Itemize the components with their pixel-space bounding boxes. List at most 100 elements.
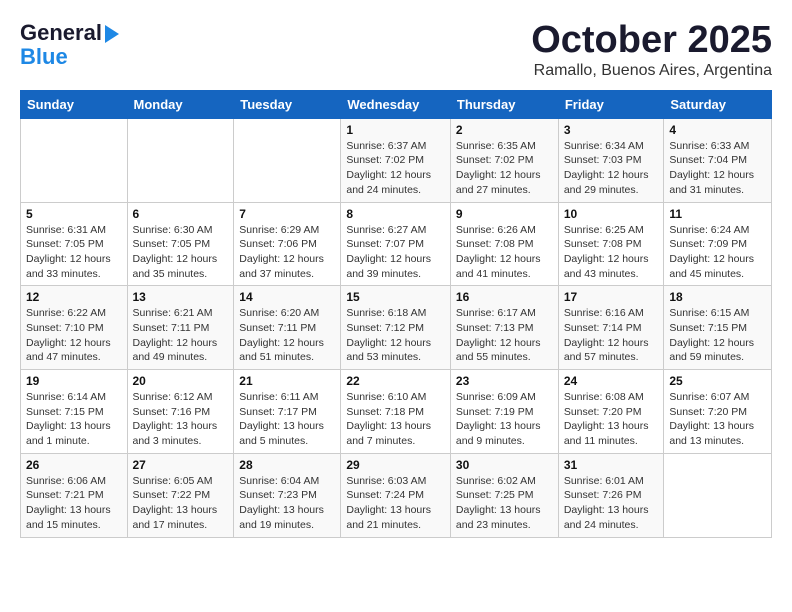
calendar-day-cell: 20 Sunrise: 6:12 AM Sunset: 7:16 PM Dayli…	[127, 370, 234, 454]
day-info: Sunrise: 6:15 AM Sunset: 7:15 PM Dayligh…	[669, 306, 766, 365]
day-info: Sunrise: 6:16 AM Sunset: 7:14 PM Dayligh…	[564, 306, 659, 365]
day-number: 31	[564, 458, 659, 472]
day-number: 3	[564, 123, 659, 137]
logo: General Blue	[20, 20, 119, 68]
calendar-day-cell: 23 Sunrise: 6:09 AM Sunset: 7:19 PM Dayli…	[450, 370, 558, 454]
page-header: General Blue October 2025 Ramallo, Bueno…	[20, 20, 772, 80]
calendar-day-cell: 24 Sunrise: 6:08 AM Sunset: 7:20 PM Dayli…	[558, 370, 664, 454]
day-info: Sunrise: 6:35 AM Sunset: 7:02 PM Dayligh…	[456, 139, 553, 198]
calendar-day-cell: 29 Sunrise: 6:03 AM Sunset: 7:24 PM Dayli…	[341, 453, 451, 537]
calendar-week-row: 12Sunrise: 6:22 AM Sunset: 7:10 PM Dayli…	[21, 286, 772, 370]
day-number: 16	[456, 290, 553, 304]
day-number: 30	[456, 458, 553, 472]
calendar-day-cell: 30 Sunrise: 6:02 AM Sunset: 7:25 PM Dayli…	[450, 453, 558, 537]
day-number: 1	[346, 123, 445, 137]
empty-cell	[664, 453, 772, 537]
day-number: 28	[239, 458, 335, 472]
header-friday: Friday	[558, 90, 664, 118]
day-number: 7	[239, 207, 335, 221]
calendar-header-row: SundayMondayTuesdayWednesdayThursdayFrid…	[21, 90, 772, 118]
calendar-day-cell: 25Sunrise: 6:07 AM Sunset: 7:20 PM Dayli…	[664, 370, 772, 454]
day-number: 24	[564, 374, 659, 388]
calendar-day-cell: 22 Sunrise: 6:10 AM Sunset: 7:18 PM Dayli…	[341, 370, 451, 454]
day-info: Sunrise: 6:24 AM Sunset: 7:09 PM Dayligh…	[669, 223, 766, 282]
calendar-day-cell: 6 Sunrise: 6:30 AM Sunset: 7:05 PM Daylig…	[127, 202, 234, 286]
header-thursday: Thursday	[450, 90, 558, 118]
day-info: Sunrise: 6:26 AM Sunset: 7:08 PM Dayligh…	[456, 223, 553, 282]
day-number: 2	[456, 123, 553, 137]
calendar-day-cell: 4 Sunrise: 6:33 AM Sunset: 7:04 PM Daylig…	[664, 118, 772, 202]
calendar-day-cell: 2 Sunrise: 6:35 AM Sunset: 7:02 PM Daylig…	[450, 118, 558, 202]
month-title: October 2025	[531, 20, 772, 62]
day-info: Sunrise: 6:33 AM Sunset: 7:04 PM Dayligh…	[669, 139, 766, 198]
calendar-week-row: 1Sunrise: 6:37 AM Sunset: 7:02 PM Daylig…	[21, 118, 772, 202]
calendar-day-cell: 14 Sunrise: 6:20 AM Sunset: 7:11 PM Dayli…	[234, 286, 341, 370]
day-number: 14	[239, 290, 335, 304]
day-number: 22	[346, 374, 445, 388]
empty-cell	[234, 118, 341, 202]
calendar-week-row: 19 Sunrise: 6:14 AM Sunset: 7:15 PM Dayli…	[21, 370, 772, 454]
day-number: 23	[456, 374, 553, 388]
empty-cell	[21, 118, 128, 202]
header-wednesday: Wednesday	[341, 90, 451, 118]
calendar-day-cell: 16 Sunrise: 6:17 AM Sunset: 7:13 PM Dayli…	[450, 286, 558, 370]
day-info: Sunrise: 6:07 AM Sunset: 7:20 PM Dayligh…	[669, 390, 766, 449]
day-info: Sunrise: 6:01 AM Sunset: 7:26 PM Dayligh…	[564, 474, 659, 533]
calendar-day-cell: 26 Sunrise: 6:06 AM Sunset: 7:21 PM Dayli…	[21, 453, 128, 537]
day-info: Sunrise: 6:06 AM Sunset: 7:21 PM Dayligh…	[26, 474, 122, 533]
day-number: 6	[133, 207, 229, 221]
calendar-day-cell: 28 Sunrise: 6:04 AM Sunset: 7:23 PM Dayli…	[234, 453, 341, 537]
day-number: 27	[133, 458, 229, 472]
day-info: Sunrise: 6:30 AM Sunset: 7:05 PM Dayligh…	[133, 223, 229, 282]
day-info: Sunrise: 6:03 AM Sunset: 7:24 PM Dayligh…	[346, 474, 445, 533]
header-sunday: Sunday	[21, 90, 128, 118]
day-number: 21	[239, 374, 335, 388]
day-number: 26	[26, 458, 122, 472]
calendar-day-cell: 3Sunrise: 6:34 AM Sunset: 7:03 PM Daylig…	[558, 118, 664, 202]
day-info: Sunrise: 6:21 AM Sunset: 7:11 PM Dayligh…	[133, 306, 229, 365]
logo-blue-text: Blue	[20, 46, 68, 68]
day-info: Sunrise: 6:08 AM Sunset: 7:20 PM Dayligh…	[564, 390, 659, 449]
calendar-day-cell: 10 Sunrise: 6:25 AM Sunset: 7:08 PM Dayli…	[558, 202, 664, 286]
day-info: Sunrise: 6:02 AM Sunset: 7:25 PM Dayligh…	[456, 474, 553, 533]
day-info: Sunrise: 6:14 AM Sunset: 7:15 PM Dayligh…	[26, 390, 122, 449]
day-number: 17	[564, 290, 659, 304]
day-info: Sunrise: 6:17 AM Sunset: 7:13 PM Dayligh…	[456, 306, 553, 365]
calendar-day-cell: 19 Sunrise: 6:14 AM Sunset: 7:15 PM Dayli…	[21, 370, 128, 454]
day-number: 10	[564, 207, 659, 221]
calendar-day-cell: 15 Sunrise: 6:18 AM Sunset: 7:12 PM Dayli…	[341, 286, 451, 370]
day-info: Sunrise: 6:04 AM Sunset: 7:23 PM Dayligh…	[239, 474, 335, 533]
header-saturday: Saturday	[664, 90, 772, 118]
calendar-day-cell: 27Sunrise: 6:05 AM Sunset: 7:22 PM Dayli…	[127, 453, 234, 537]
calendar-table: SundayMondayTuesdayWednesdayThursdayFrid…	[20, 90, 772, 538]
day-info: Sunrise: 6:18 AM Sunset: 7:12 PM Dayligh…	[346, 306, 445, 365]
day-number: 15	[346, 290, 445, 304]
calendar-day-cell: 5 Sunrise: 6:31 AM Sunset: 7:05 PM Daylig…	[21, 202, 128, 286]
title-block: October 2025 Ramallo, Buenos Aires, Arge…	[531, 20, 772, 80]
location-title: Ramallo, Buenos Aires, Argentina	[531, 62, 772, 80]
calendar-day-cell: 8Sunrise: 6:27 AM Sunset: 7:07 PM Daylig…	[341, 202, 451, 286]
day-number: 4	[669, 123, 766, 137]
day-info: Sunrise: 6:10 AM Sunset: 7:18 PM Dayligh…	[346, 390, 445, 449]
day-number: 5	[26, 207, 122, 221]
day-info: Sunrise: 6:12 AM Sunset: 7:16 PM Dayligh…	[133, 390, 229, 449]
calendar-day-cell: 7 Sunrise: 6:29 AM Sunset: 7:06 PM Daylig…	[234, 202, 341, 286]
day-info: Sunrise: 6:31 AM Sunset: 7:05 PM Dayligh…	[26, 223, 122, 282]
day-info: Sunrise: 6:11 AM Sunset: 7:17 PM Dayligh…	[239, 390, 335, 449]
day-info: Sunrise: 6:09 AM Sunset: 7:19 PM Dayligh…	[456, 390, 553, 449]
header-monday: Monday	[127, 90, 234, 118]
empty-cell	[127, 118, 234, 202]
day-number: 9	[456, 207, 553, 221]
day-info: Sunrise: 6:25 AM Sunset: 7:08 PM Dayligh…	[564, 223, 659, 282]
day-number: 20	[133, 374, 229, 388]
day-info: Sunrise: 6:29 AM Sunset: 7:06 PM Dayligh…	[239, 223, 335, 282]
calendar-week-row: 26 Sunrise: 6:06 AM Sunset: 7:21 PM Dayli…	[21, 453, 772, 537]
day-info: Sunrise: 6:20 AM Sunset: 7:11 PM Dayligh…	[239, 306, 335, 365]
calendar-day-cell: 21 Sunrise: 6:11 AM Sunset: 7:17 PM Dayli…	[234, 370, 341, 454]
day-number: 29	[346, 458, 445, 472]
calendar-day-cell: 12Sunrise: 6:22 AM Sunset: 7:10 PM Dayli…	[21, 286, 128, 370]
logo-arrow-icon	[105, 25, 119, 43]
calendar-week-row: 5 Sunrise: 6:31 AM Sunset: 7:05 PM Daylig…	[21, 202, 772, 286]
day-number: 11	[669, 207, 766, 221]
day-number: 19	[26, 374, 122, 388]
